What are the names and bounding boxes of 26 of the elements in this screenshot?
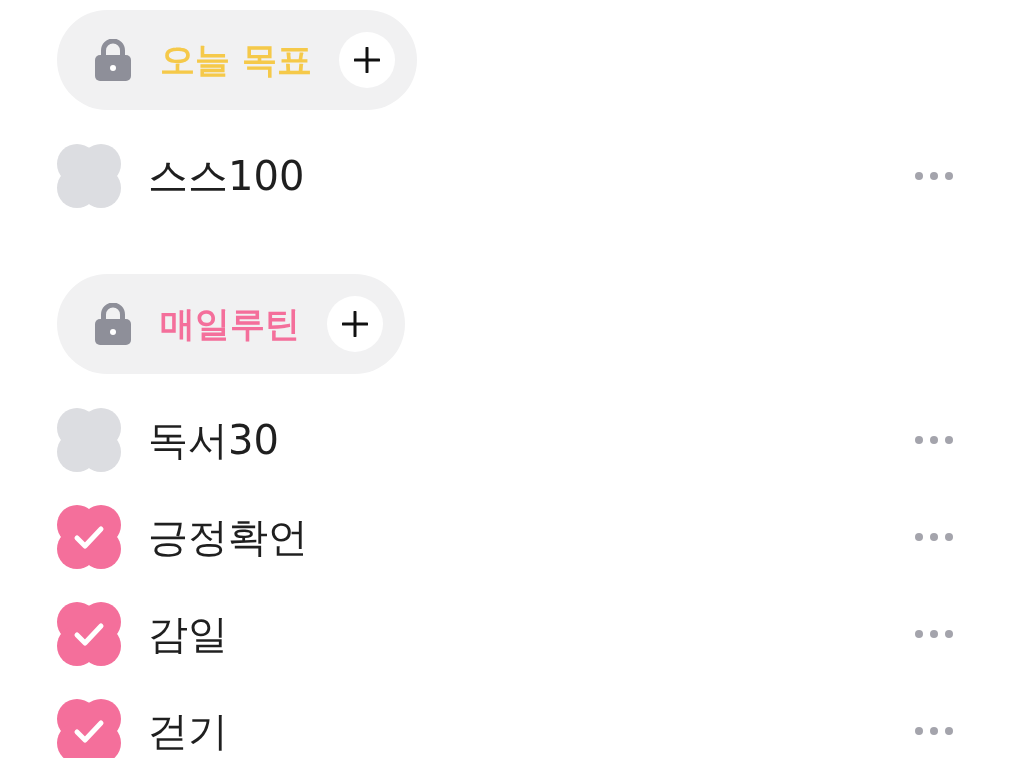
lock-icon [95,39,131,81]
task-label: 독서30 [148,415,279,464]
plus-icon [342,311,368,337]
ellipsis-icon [915,726,953,735]
lock-icon [95,303,131,345]
more-button[interactable] [915,629,953,638]
checkbox[interactable] [57,601,121,666]
checkbox[interactable] [57,504,121,569]
task-label: 스스100 [148,151,305,200]
checkbox[interactable] [57,407,121,472]
task-label: 감일 [148,609,228,658]
section-title: 매일루틴 [160,303,300,345]
ellipsis-icon [915,171,953,180]
more-button[interactable] [915,171,953,180]
ellipsis-icon [915,532,953,541]
more-button[interactable] [915,435,953,444]
ellipsis-icon [915,629,953,638]
plus-icon [354,47,381,73]
ellipsis-icon [915,435,953,444]
more-button[interactable] [915,532,953,541]
checkbox[interactable] [57,698,121,758]
task-label: 걷기 [148,706,228,755]
section-title: 오늘 목표 [160,39,313,81]
more-button[interactable] [915,726,953,735]
checkbox[interactable] [57,143,121,208]
task-label: 긍정확언 [148,512,308,561]
